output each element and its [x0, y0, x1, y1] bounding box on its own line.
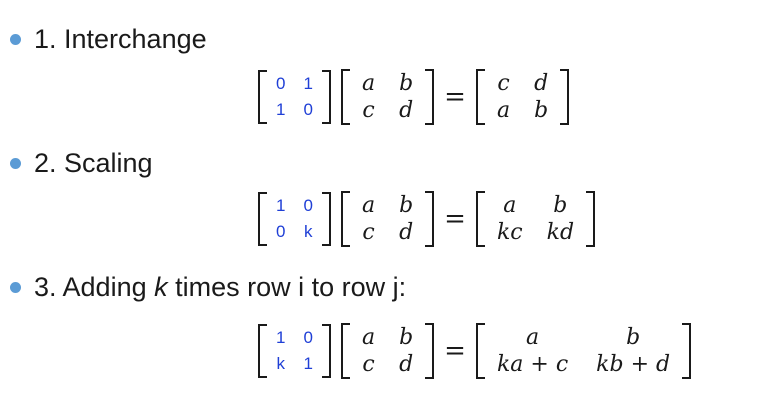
operator-matrix: 0 1 1 0	[258, 70, 331, 124]
result-matrix: a b ka + c kb + d	[475, 323, 692, 379]
matrix-entry: d	[399, 220, 414, 245]
right-bracket	[425, 69, 435, 125]
left-bracket	[340, 69, 350, 125]
matrix-entry: kc	[496, 220, 523, 245]
left-bracket	[258, 192, 267, 246]
right-bracket	[425, 191, 435, 247]
matrix-entry: a	[361, 325, 376, 350]
matrix-entry: c	[362, 98, 375, 123]
bullet-adding-text: 3. Adding k times row i to row j:	[34, 274, 406, 301]
left-bracket	[258, 324, 267, 378]
bullet-adding: 3. Adding k times row i to row j:	[10, 274, 406, 301]
bullet-interchange: 1. Interchange	[10, 26, 207, 53]
matrix-entry: c	[362, 352, 375, 377]
matrix-entry: b	[626, 325, 641, 350]
input-matrix: a b c d	[340, 191, 435, 247]
matrix-entry: kb + d	[596, 352, 671, 377]
matrix-entry: 0	[303, 328, 313, 347]
right-bracket	[321, 324, 331, 378]
matrix-entry: 0	[303, 196, 313, 215]
matrix-entry: 1	[276, 196, 286, 215]
matrix-entry: b	[399, 193, 414, 218]
matrix-entry: 1	[303, 354, 313, 373]
left-bracket	[475, 69, 485, 125]
matrix-entry: k	[303, 222, 313, 241]
bullet-adding-prefix: 3. Adding	[34, 272, 155, 302]
bullet-scaling-text: 2. Scaling	[34, 148, 153, 178]
matrix-entry: c	[362, 220, 375, 245]
matrix-entry: 0	[276, 222, 286, 241]
operator-matrix: 1 0 0 k	[258, 192, 331, 246]
bullet-dot-icon	[10, 34, 21, 45]
bullet-adding-suffix: times row i to row j:	[167, 272, 407, 302]
operator-matrix: 1 0 k 1	[258, 324, 331, 378]
matrix-entry: a	[525, 325, 540, 350]
equals-sign: =	[444, 204, 466, 234]
matrix-entry: a	[361, 193, 376, 218]
matrix-entry: kd	[546, 220, 575, 245]
matrix-entry: 1	[276, 328, 286, 347]
bullet-interchange-text: 1. Interchange	[34, 24, 207, 54]
equals-sign: =	[444, 336, 466, 366]
left-bracket	[475, 191, 485, 247]
matrix-entry: a	[361, 71, 376, 96]
matrix-entry: a	[496, 98, 511, 123]
equation-adding: 1 0 k 1 a b c d = a b ka + c kb + d	[258, 323, 692, 379]
matrix-entry: 1	[276, 100, 286, 119]
right-bracket	[321, 70, 331, 124]
input-matrix: a b c d	[340, 323, 435, 379]
right-bracket	[586, 191, 596, 247]
left-bracket	[258, 70, 267, 124]
bullet-dot-icon	[10, 282, 21, 293]
right-bracket	[321, 192, 331, 246]
matrix-entry: d	[534, 71, 549, 96]
left-bracket	[475, 323, 485, 379]
result-matrix: a b kc kd	[475, 191, 596, 247]
matrix-entry: d	[399, 352, 414, 377]
matrix-entry: k	[276, 354, 285, 373]
matrix-entry: b	[534, 98, 549, 123]
input-matrix: a b c d	[340, 69, 435, 125]
equals-sign: =	[444, 82, 466, 112]
equation-scaling: 1 0 0 k a b c d = a b kc kd	[258, 191, 596, 247]
matrix-entry: b	[553, 193, 568, 218]
matrix-entry: 0	[276, 74, 286, 93]
equation-interchange: 0 1 1 0 a b c d = c d a b	[258, 69, 570, 125]
result-matrix: c d a b	[475, 69, 570, 125]
matrix-entry: 0	[303, 100, 313, 119]
left-bracket	[340, 323, 350, 379]
right-bracket	[425, 323, 435, 379]
matrix-entry: ka + c	[496, 352, 569, 377]
matrix-entry: d	[399, 98, 414, 123]
matrix-entry: c	[497, 71, 510, 96]
left-bracket	[340, 191, 350, 247]
bullet-adding-k: k	[154, 272, 168, 302]
bullet-scaling: 2. Scaling	[10, 150, 153, 177]
matrix-entry: 1	[303, 74, 313, 93]
right-bracket	[682, 323, 692, 379]
matrix-entry: a	[503, 193, 517, 218]
bullet-dot-icon	[10, 158, 21, 169]
right-bracket	[560, 69, 570, 125]
matrix-entry: b	[399, 325, 414, 350]
matrix-entry: b	[399, 71, 414, 96]
